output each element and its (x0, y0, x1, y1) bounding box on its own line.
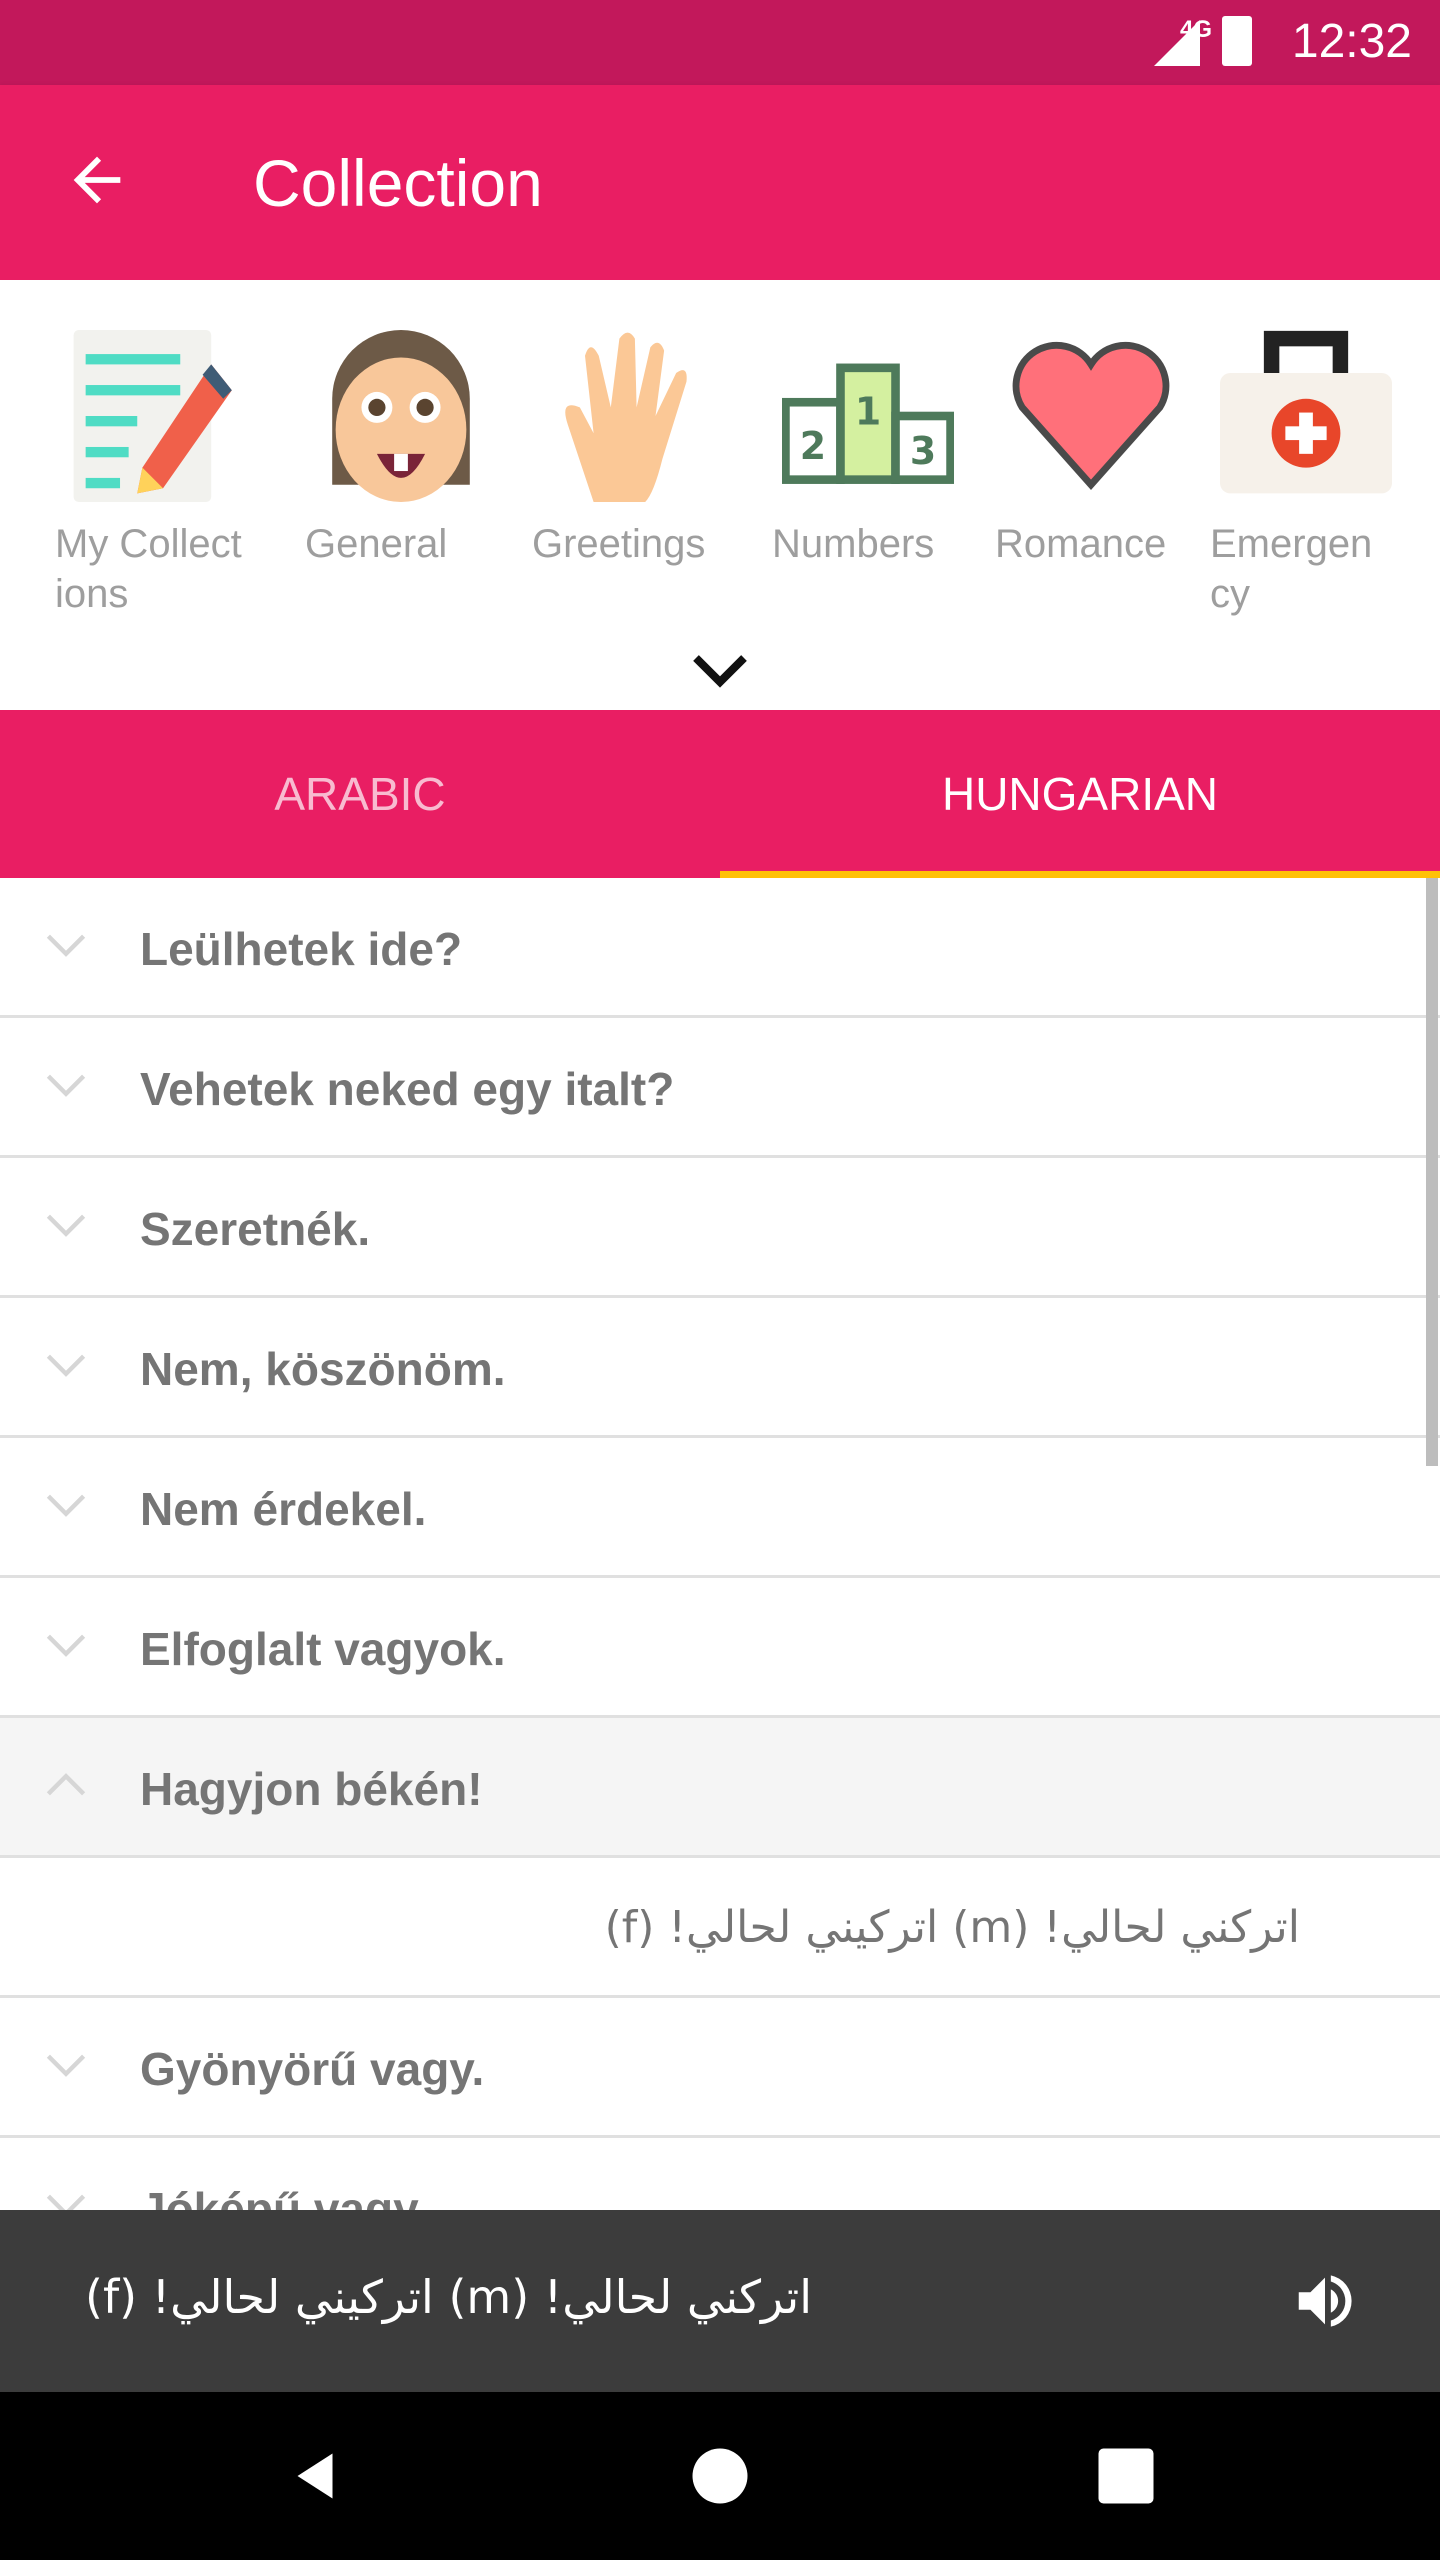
app-bar: Collection (0, 85, 1440, 280)
language-tabs: ARABIC HUNGARIAN (0, 710, 1440, 878)
chevron-down-icon (46, 934, 86, 957)
category-strip: My Collect ions General Greetings 213 Nu… (0, 280, 1440, 710)
translation-row[interactable]: اتركني لحالي! (m) اتركيني لحالي! (f) (0, 1858, 1440, 1998)
signal-icon (1154, 20, 1200, 66)
nav-back-icon[interactable] (285, 2446, 345, 2506)
category-emergency[interactable]: Emergen cy (1210, 330, 1420, 619)
phrase-list: Leülhetek ide? Vehetek neked egy italt? … (0, 878, 1440, 2278)
chevron-up-icon (46, 1773, 86, 1796)
battery-icon (1222, 16, 1252, 66)
chevron-down-icon (46, 1354, 86, 1377)
player-text: اتركني لحالي! (m) اتركيني لحالي! (f) (85, 2270, 813, 2324)
chevron-down-icon (46, 2054, 86, 2077)
system-nav-bar (0, 2392, 1440, 2560)
category-general[interactable]: General (305, 330, 515, 569)
hand-wave-icon (565, 332, 687, 502)
chevron-down-icon (46, 1634, 86, 1657)
tab-indicator (720, 871, 1440, 878)
first-aid-kit-icon (1220, 330, 1392, 494)
list-item-expanded[interactable]: Hagyjon békén! (0, 1718, 1440, 1858)
category-greetings[interactable]: Greetings (532, 330, 742, 569)
list-item[interactable]: Vehetek neked egy italt? (0, 1018, 1440, 1158)
chevron-down-icon (46, 1074, 86, 1097)
list-item[interactable]: Szeretnék. (0, 1158, 1440, 1298)
status-bar: 4G 12:32 (0, 0, 1440, 85)
svg-text:3: 3 (910, 429, 936, 473)
speaker-icon[interactable] (1290, 2266, 1360, 2336)
chevron-down-icon[interactable] (690, 650, 750, 690)
category-numbers[interactable]: 213 Numbers (772, 330, 982, 569)
list-item[interactable]: Nem érdekel. (0, 1438, 1440, 1578)
list-item[interactable]: Gyönyörű vagy. (0, 1998, 1440, 2138)
nav-home-icon[interactable] (690, 2446, 750, 2506)
category-romance[interactable]: Romance (995, 330, 1205, 569)
tab-hungarian[interactable]: HUNGARIAN (720, 710, 1440, 878)
heart-icon (1012, 341, 1170, 490)
svg-text:2: 2 (800, 424, 826, 468)
back-arrow-icon[interactable] (62, 145, 132, 215)
list-item[interactable]: Leülhetek ide? (0, 878, 1440, 1018)
page-title: Collection (253, 146, 543, 220)
svg-text:1: 1 (855, 390, 881, 434)
audio-player-bar: اتركني لحالي! (m) اتركيني لحالي! (f) (0, 2210, 1440, 2392)
nav-recents-icon[interactable] (1096, 2446, 1156, 2506)
notepad-pencil-icon (73, 330, 232, 502)
podium-icon: 213 (781, 363, 955, 484)
face-icon (332, 330, 470, 502)
chevron-down-icon (46, 1214, 86, 1237)
clock: 12:32 (1291, 15, 1412, 68)
list-item[interactable]: Nem, köszönöm. (0, 1298, 1440, 1438)
scrollbar[interactable] (1426, 878, 1438, 1466)
category-my-collections[interactable]: My Collect ions (55, 330, 265, 619)
list-item[interactable]: Elfoglalt vagyok. (0, 1578, 1440, 1718)
tab-arabic[interactable]: ARABIC (0, 710, 720, 878)
chevron-down-icon (46, 1494, 86, 1517)
